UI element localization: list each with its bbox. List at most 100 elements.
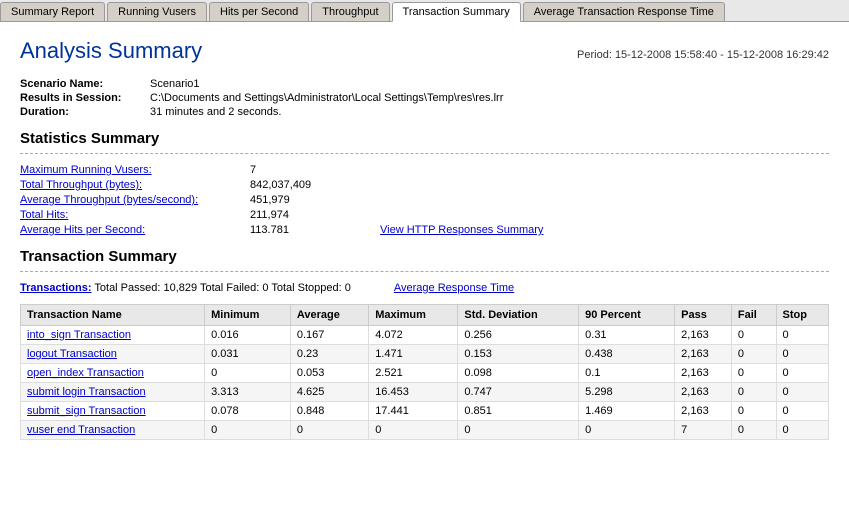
td-min: 0.016 — [205, 326, 291, 345]
td-pass: 2,163 — [675, 345, 732, 364]
http-responses-link[interactable]: View HTTP Responses Summary — [380, 224, 543, 236]
th-std-deviation: Std. Deviation — [458, 305, 579, 326]
td-name[interactable]: open_index Transaction — [21, 364, 205, 383]
table-row: into_sign Transaction 0.0160.1674.0720.25… — [21, 326, 829, 345]
td-stop: 0 — [776, 402, 828, 421]
tab-throughput[interactable]: Throughput — [311, 2, 389, 21]
td-p90: 0.31 — [579, 326, 675, 345]
transaction-link[interactable]: into_sign Transaction — [27, 329, 131, 341]
table-row: vuser end Transaction00000700 — [21, 421, 829, 440]
avg-response-link[interactable]: Average Response Time — [394, 282, 514, 294]
transaction-link[interactable]: submit_sign Transaction — [27, 405, 146, 417]
td-std: 0.747 — [458, 383, 579, 402]
duration-value: 31 minutes and 2 seconds. — [150, 106, 281, 118]
td-std: 0.851 — [458, 402, 579, 421]
content-area[interactable]: Analysis Summary Period: 15-12-2008 15:5… — [0, 22, 849, 505]
period-text: Period: 15-12-2008 15:58:40 - 15-12-2008… — [577, 49, 829, 61]
td-avg: 0 — [290, 421, 368, 440]
td-fail: 0 — [731, 364, 776, 383]
td-name[interactable]: logout Transaction — [21, 345, 205, 364]
stat-value-0: 7 — [250, 164, 350, 176]
td-std: 0.256 — [458, 326, 579, 345]
results-value: C:\Documents and Settings\Administrator\… — [150, 92, 503, 104]
th-fail: Fail — [731, 305, 776, 326]
td-p90: 0.438 — [579, 345, 675, 364]
tab-hits-per-second[interactable]: Hits per Second — [209, 2, 309, 21]
td-avg: 0.167 — [290, 326, 368, 345]
transactions-label[interactable]: Transactions: — [20, 282, 92, 294]
th-pass: Pass — [675, 305, 732, 326]
transaction-info: Transactions: Total Passed: 10,829 Total… — [20, 282, 829, 294]
transaction-summary-title: Transaction Summary — [20, 248, 829, 265]
table-row: logout Transaction0.0310.231.4710.1530.4… — [21, 345, 829, 364]
table-row: submit_sign Transaction0.0780.84817.4410… — [21, 402, 829, 421]
stat-value-4: 113.781 — [250, 224, 350, 236]
td-fail: 0 — [731, 326, 776, 345]
td-max: 2.521 — [369, 364, 458, 383]
period-label: Period: — [577, 49, 612, 61]
stat-value-3: 211,974 — [250, 209, 350, 221]
th-stop: Stop — [776, 305, 828, 326]
td-stop: 0 — [776, 326, 828, 345]
results-label: Results in Session: — [20, 92, 150, 104]
tab-bar: Summary Report Running Vusers Hits per S… — [0, 0, 849, 22]
tab-summary-report[interactable]: Summary Report — [0, 2, 105, 21]
stat-row-0: Maximum Running Vusers: 7 — [20, 164, 829, 176]
results-row: Results in Session: C:\Documents and Set… — [20, 92, 829, 104]
td-min: 3.313 — [205, 383, 291, 402]
stat-label-1[interactable]: Total Throughput (bytes): — [20, 179, 250, 191]
td-fail: 0 — [731, 402, 776, 421]
transaction-link[interactable]: vuser end Transaction — [27, 424, 135, 436]
page-header: Analysis Summary Period: 15-12-2008 15:5… — [20, 38, 829, 64]
td-std: 0.153 — [458, 345, 579, 364]
tab-avg-transaction-response[interactable]: Average Transaction Response Time — [523, 2, 725, 21]
statistics-divider — [20, 153, 829, 154]
td-name[interactable]: submit login Transaction — [21, 383, 205, 402]
td-name[interactable]: submit_sign Transaction — [21, 402, 205, 421]
td-avg: 0.23 — [290, 345, 368, 364]
td-p90: 1.469 — [579, 402, 675, 421]
transaction-divider — [20, 271, 829, 272]
td-std: 0.098 — [458, 364, 579, 383]
td-max: 1.471 — [369, 345, 458, 364]
stat-label-0[interactable]: Maximum Running Vusers: — [20, 164, 250, 176]
scenario-value: Scenario1 — [150, 78, 200, 90]
td-fail: 0 — [731, 383, 776, 402]
page-title: Analysis Summary — [20, 38, 202, 64]
td-stop: 0 — [776, 345, 828, 364]
tab-running-vusers[interactable]: Running Vusers — [107, 2, 207, 21]
td-stop: 0 — [776, 364, 828, 383]
scenario-row: Scenario Name: Scenario1 — [20, 78, 829, 90]
td-min: 0 — [205, 421, 291, 440]
duration-row: Duration: 31 minutes and 2 seconds. — [20, 106, 829, 118]
stat-label-2[interactable]: Average Throughput (bytes/second): — [20, 194, 250, 206]
stat-label-4[interactable]: Average Hits per Second: — [20, 224, 250, 236]
td-pass: 2,163 — [675, 364, 732, 383]
stat-value-2: 451,979 — [250, 194, 350, 206]
td-max: 16.453 — [369, 383, 458, 402]
stat-label-3[interactable]: Total Hits: — [20, 209, 250, 221]
tab-transaction-summary[interactable]: Transaction Summary — [392, 2, 521, 22]
td-max: 17.441 — [369, 402, 458, 421]
main-content: Analysis Summary Period: 15-12-2008 15:5… — [0, 22, 849, 505]
stat-value-1: 842,037,409 — [250, 179, 350, 191]
td-name[interactable]: vuser end Transaction — [21, 421, 205, 440]
table-header-row: Transaction Name Minimum Average Maximum… — [21, 305, 829, 326]
td-avg: 0.848 — [290, 402, 368, 421]
table-row: open_index Transaction00.0532.5210.0980.… — [21, 364, 829, 383]
stat-row-1: Total Throughput (bytes): 842,037,409 — [20, 179, 829, 191]
td-avg: 4.625 — [290, 383, 368, 402]
transaction-link[interactable]: logout Transaction — [27, 348, 117, 360]
stat-row-2: Average Throughput (bytes/second): 451,9… — [20, 194, 829, 206]
scenario-label: Scenario Name: — [20, 78, 150, 90]
transaction-link[interactable]: open_index Transaction — [27, 367, 144, 379]
td-p90: 5.298 — [579, 383, 675, 402]
th-average: Average — [290, 305, 368, 326]
td-max: 4.072 — [369, 326, 458, 345]
transaction-link[interactable]: submit login Transaction — [27, 386, 146, 398]
duration-label: Duration: — [20, 106, 150, 118]
td-fail: 0 — [731, 421, 776, 440]
td-min: 0.078 — [205, 402, 291, 421]
td-p90: 0 — [579, 421, 675, 440]
td-name[interactable]: into_sign Transaction — [21, 326, 205, 345]
